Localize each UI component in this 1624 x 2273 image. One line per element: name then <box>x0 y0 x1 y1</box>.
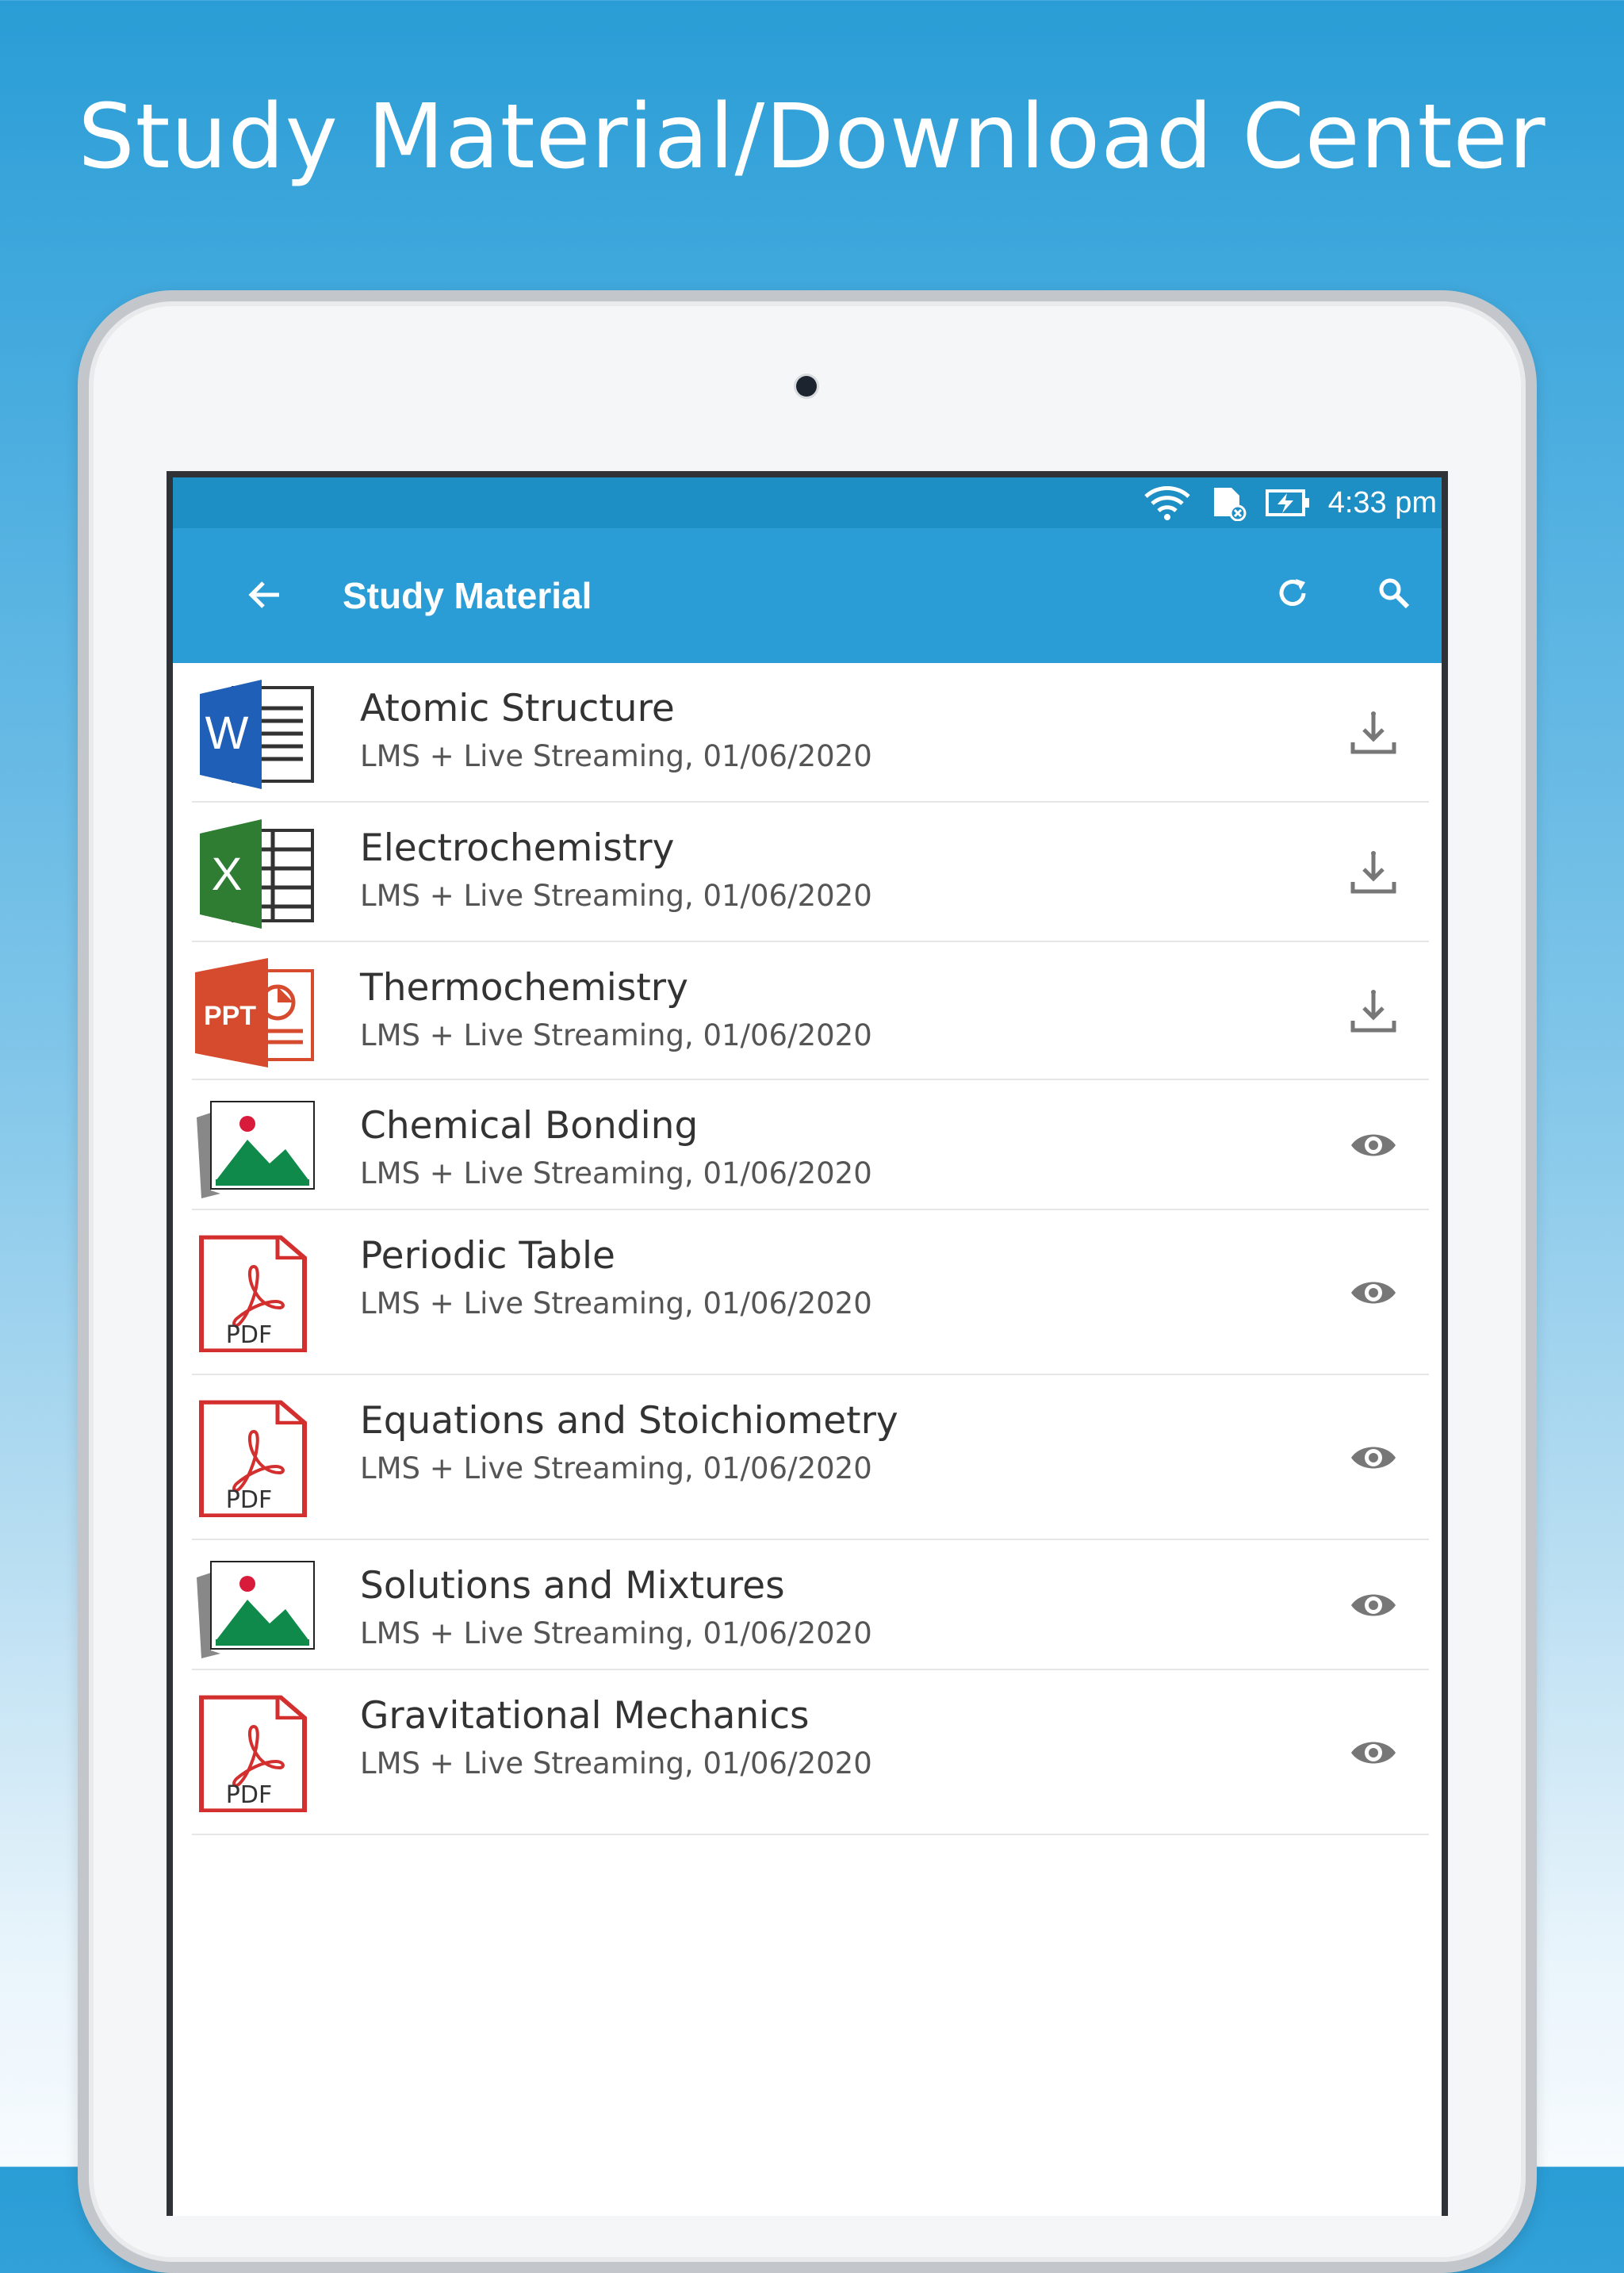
item-title: Chemical Bonding <box>360 1104 699 1148</box>
svg-text:PDF: PDF <box>226 1486 272 1514</box>
view-button[interactable] <box>1342 1721 1405 1784</box>
ppt-file-icon: PPT <box>192 952 319 1071</box>
back-button[interactable] <box>239 569 290 620</box>
refresh-icon <box>1279 579 1306 606</box>
download-button[interactable] <box>1342 701 1405 765</box>
svg-text:W: W <box>205 707 249 759</box>
item-title: Electrochemistry <box>360 826 675 870</box>
device-screen: 4:33 pm Study Material W Atomic Structur… <box>167 471 1448 2216</box>
eye-icon <box>1351 1282 1396 1304</box>
item-subtitle: LMS + Live Streaming, 01/06/2020 <box>360 1018 872 1052</box>
item-title: Solutions and Mixtures <box>360 1564 785 1608</box>
svg-text:PDF: PDF <box>226 1781 272 1809</box>
download-icon <box>1350 990 1396 1033</box>
list-item[interactable]: Solutions and Mixtures LMS + Live Streami… <box>192 1540 1429 1670</box>
item-title: Equations and Stoichiometry <box>360 1399 898 1443</box>
item-subtitle: LMS + Live Streaming, 01/06/2020 <box>360 1451 872 1485</box>
item-subtitle: LMS + Live Streaming, 01/06/2020 <box>360 1746 872 1780</box>
eye-icon <box>1351 1134 1396 1156</box>
item-subtitle: LMS + Live Streaming, 01/06/2020 <box>360 1616 872 1650</box>
word-file-icon: W <box>192 673 319 792</box>
item-subtitle: LMS + Live Streaming, 01/06/2020 <box>360 879 872 913</box>
app-bar: Study Material <box>173 528 1442 663</box>
pdf-file-icon: PDF <box>192 1693 319 1813</box>
battery-charging-icon <box>1265 487 1311 519</box>
view-button[interactable] <box>1342 1114 1405 1177</box>
pdf-file-icon: PDF <box>192 1233 319 1353</box>
status-bar: 4:33 pm <box>173 477 1442 528</box>
list-item[interactable]: X Electrochemistry LMS + Live Streaming, … <box>192 803 1429 942</box>
item-subtitle: LMS + Live Streaming, 01/06/2020 <box>360 1286 872 1320</box>
view-button[interactable] <box>1342 1573 1405 1637</box>
item-title: Gravitational Mechanics <box>360 1694 810 1738</box>
list-item[interactable]: PDF Equations and Stoichiometry LMS + Liv… <box>192 1375 1429 1540</box>
list-item[interactable]: PPT Thermochemistry LMS + Live Streaming,… <box>192 942 1429 1080</box>
refresh-button[interactable] <box>1267 568 1318 619</box>
image-file-icon <box>192 1086 319 1205</box>
arrow-back-icon <box>248 581 279 608</box>
list-item[interactable]: PDF Periodic Table LMS + Live Streaming, … <box>192 1210 1429 1375</box>
item-title: Periodic Table <box>360 1234 615 1278</box>
download-button[interactable] <box>1342 841 1405 904</box>
status-time: 4:33 pm <box>1327 485 1437 519</box>
eye-icon <box>1351 1594 1396 1616</box>
view-button[interactable] <box>1342 1426 1405 1489</box>
sd-card-icon <box>1209 485 1247 521</box>
svg-text:PDF: PDF <box>226 1321 272 1349</box>
promo-headline: Study Material/Download Center <box>78 86 1546 189</box>
download-icon <box>1350 711 1396 754</box>
item-subtitle: LMS + Live Streaming, 01/06/2020 <box>360 1156 872 1190</box>
view-button[interactable] <box>1342 1261 1405 1324</box>
app-bar-title: Study Material <box>343 575 592 616</box>
image-file-icon <box>192 1546 319 1665</box>
search-icon <box>1379 578 1410 609</box>
download-icon <box>1350 851 1396 894</box>
eye-icon <box>1351 1447 1396 1469</box>
eye-icon <box>1351 1742 1396 1764</box>
front-camera <box>796 376 817 397</box>
study-material-list: W Atomic Structure LMS + Live Streaming, … <box>192 663 1429 1835</box>
svg-text:PPT: PPT <box>204 1001 256 1031</box>
list-item[interactable]: W Atomic Structure LMS + Live Streaming, … <box>192 663 1429 803</box>
svg-text:X: X <box>212 849 243 900</box>
list-item[interactable]: PDF Gravitational Mechanics LMS + Live St… <box>192 1670 1429 1835</box>
item-title: Atomic Structure <box>360 687 675 730</box>
item-title: Thermochemistry <box>360 966 688 1010</box>
item-subtitle: LMS + Live Streaming, 01/06/2020 <box>360 739 872 773</box>
excel-file-icon: X <box>192 813 319 932</box>
search-button[interactable] <box>1369 568 1419 619</box>
wifi-icon <box>1143 485 1192 520</box>
pdf-file-icon: PDF <box>192 1398 319 1518</box>
list-item[interactable]: Chemical Bonding LMS + Live Streaming, 01… <box>192 1080 1429 1210</box>
download-button[interactable] <box>1342 979 1405 1043</box>
